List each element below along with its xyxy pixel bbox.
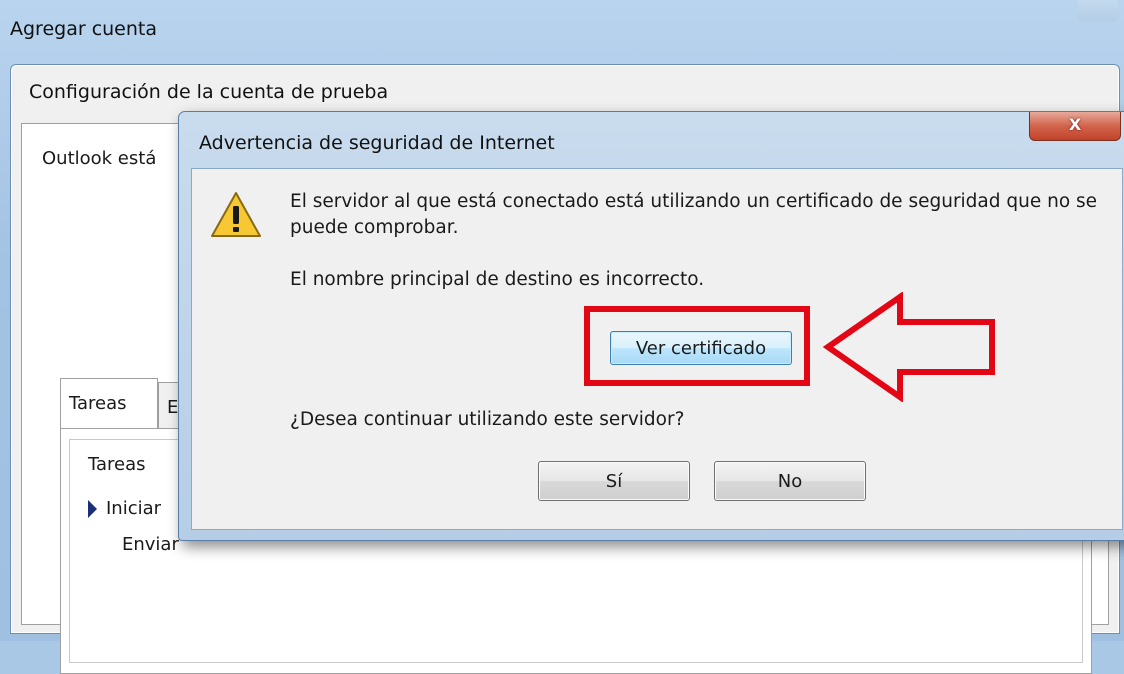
arrow-left-annotation-icon bbox=[822, 292, 995, 402]
inner-window-title: Configuración de la cuenta de prueba bbox=[29, 81, 389, 103]
dialog-title: Advertencia de seguridad de Internet bbox=[199, 132, 555, 154]
tab-tareas[interactable]: Tareas bbox=[60, 378, 158, 428]
window-title: Agregar cuenta bbox=[10, 18, 158, 40]
status-text: Outlook está bbox=[42, 148, 157, 169]
warning-icon bbox=[211, 192, 261, 237]
outer-close-icon[interactable] bbox=[1078, 0, 1118, 22]
task-row: Enviar bbox=[122, 534, 179, 555]
current-task-arrow-icon bbox=[88, 500, 97, 518]
task-row: Iniciar bbox=[106, 498, 162, 519]
tasks-column-header: Tareas bbox=[88, 454, 146, 475]
no-button[interactable]: No bbox=[714, 461, 866, 501]
warning-detail: El nombre principal de destino es incorr… bbox=[290, 269, 705, 290]
continue-question: ¿Desea continuar utilizando este servido… bbox=[290, 409, 685, 430]
yes-button[interactable]: Sí bbox=[538, 461, 690, 501]
warning-message: El servidor al que está conectado está u… bbox=[290, 191, 1098, 238]
highlight-box bbox=[584, 306, 810, 386]
close-icon[interactable]: X bbox=[1029, 112, 1121, 141]
